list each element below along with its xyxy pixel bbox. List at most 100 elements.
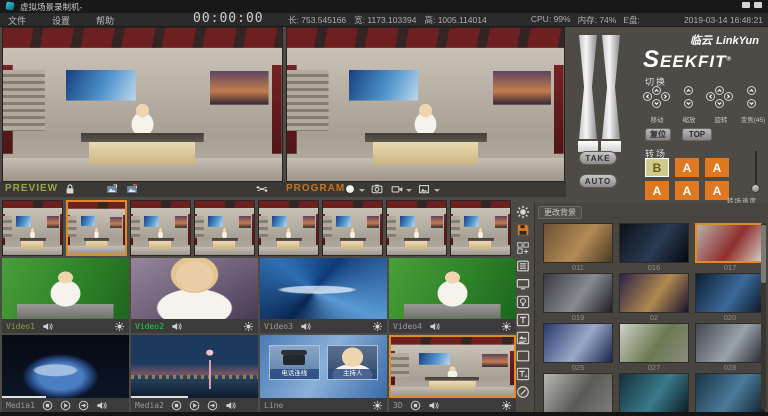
scene-image[interactable] [543, 273, 613, 313]
video3-thumbnail[interactable] [260, 258, 387, 319]
camera-angle-thumb-2-selected[interactable] [66, 200, 127, 256]
scale-down-button[interactable] [684, 99, 693, 108]
camera-angle-thumb-1[interactable] [2, 200, 63, 256]
transition-button-a4[interactable]: A [675, 181, 699, 200]
lock-icon[interactable] [64, 183, 77, 196]
source-video2[interactable]: Video2 [131, 258, 258, 333]
gear-icon[interactable] [372, 400, 383, 411]
video2-thumbnail[interactable] [131, 258, 258, 319]
image-layer-icon[interactable] [514, 330, 531, 346]
host-source[interactable]: 主持人 [327, 345, 378, 380]
next-icon[interactable] [207, 400, 218, 411]
slider-knob[interactable] [751, 184, 760, 193]
auto-button[interactable]: AUTO [579, 174, 617, 188]
scene-thumb-017-selected[interactable]: 017 [695, 223, 765, 273]
line-thumbnail[interactable]: 电话连线 主持人 [260, 335, 387, 398]
menu-settings[interactable]: 设置 [52, 14, 70, 27]
draw-tool-icon[interactable] [514, 384, 531, 400]
scene-image[interactable] [695, 273, 765, 313]
stop-icon[interactable] [42, 400, 53, 411]
gear-icon[interactable] [372, 321, 383, 332]
scene-image[interactable] [619, 223, 689, 263]
camera-angle-thumb-4[interactable] [194, 200, 255, 256]
scene-thumb-r4c[interactable] [695, 373, 765, 412]
t-bar-fader[interactable] [578, 35, 622, 163]
media2-thumbnail[interactable] [131, 335, 258, 398]
transition-button-a2[interactable]: A [705, 158, 729, 177]
scale-up-button[interactable] [684, 86, 693, 95]
frame-icon[interactable] [514, 348, 531, 364]
volume-icon[interactable] [428, 400, 439, 411]
volume-icon[interactable] [96, 400, 107, 411]
zoom-out-button[interactable] [747, 99, 756, 108]
camera-angle-thumb-5[interactable] [258, 200, 319, 256]
volume-icon[interactable] [300, 321, 311, 332]
stop-icon[interactable] [171, 400, 182, 411]
reset-button[interactable]: 复位 [645, 128, 671, 141]
scene-thumb-016[interactable]: 016 [619, 223, 689, 273]
source-line[interactable]: 电话连线 主持人 Line [260, 335, 387, 412]
source-video3[interactable]: Video3 [260, 258, 387, 333]
camera-angle-thumb-7[interactable] [386, 200, 447, 256]
scene-image[interactable] [695, 373, 765, 412]
change-background-button[interactable]: 更改背景 [538, 206, 582, 219]
phone-call-source[interactable]: 电话连线 [269, 345, 320, 380]
swap-icon[interactable] [256, 183, 282, 196]
record-icon[interactable] [344, 183, 357, 196]
3d-thumbnail[interactable] [389, 335, 516, 398]
move-right-button[interactable] [661, 92, 670, 101]
video4-thumbnail[interactable] [389, 258, 516, 319]
scene-image[interactable] [543, 373, 613, 412]
move-up-button[interactable] [652, 86, 661, 95]
t-bar-left-handle[interactable] [579, 35, 597, 139]
play-icon[interactable] [189, 400, 200, 411]
snapshot-icon[interactable] [371, 183, 384, 196]
scene-thumb-027[interactable]: 027 [619, 323, 689, 373]
record-dropdown-caret[interactable] [359, 189, 365, 195]
media1-thumbnail[interactable] [2, 335, 129, 398]
move-left-button[interactable] [643, 92, 652, 101]
gear-icon[interactable] [114, 321, 125, 332]
rotate-down-button[interactable] [715, 99, 724, 108]
rotate-left-button[interactable] [706, 92, 715, 101]
scene-image[interactable] [619, 273, 689, 313]
transition-speed-slider[interactable] [751, 151, 761, 193]
gear-icon[interactable] [243, 321, 254, 332]
transition-button-a3[interactable]: A [645, 181, 669, 200]
camera-angle-thumb-3[interactable] [130, 200, 191, 256]
t-bar-right-handle[interactable] [602, 35, 620, 139]
camera-angle-thumb-6[interactable] [322, 200, 383, 256]
add-layout-icon[interactable] [514, 240, 531, 256]
rotate-right-button[interactable] [724, 92, 733, 101]
maximize-button[interactable] [754, 2, 762, 8]
gear-icon[interactable] [501, 321, 512, 332]
minimize-button[interactable] [742, 2, 750, 8]
scene-thumb-r4b[interactable] [619, 373, 689, 412]
volume-icon[interactable] [429, 321, 440, 332]
preview-monitor[interactable] [2, 27, 283, 182]
transition-a-icon[interactable] [106, 183, 119, 196]
scene-thumb-028[interactable]: 028 [695, 323, 765, 373]
scene-image[interactable] [695, 323, 765, 363]
scene-image[interactable] [543, 223, 613, 263]
zoom-in-button[interactable] [747, 86, 756, 95]
picture-icon[interactable] [418, 183, 431, 196]
stream-dropdown-caret[interactable] [406, 189, 412, 195]
scene-thumb-019[interactable]: 019 [543, 273, 613, 323]
scene-thumb-020[interactable]: 020 [695, 273, 765, 323]
source-video1[interactable]: Video1 [2, 258, 129, 333]
text-tool-icon[interactable] [514, 312, 531, 328]
next-icon[interactable] [78, 400, 89, 411]
menu-file[interactable]: 文件 [8, 14, 26, 27]
move-down-button[interactable] [652, 99, 661, 108]
play-icon[interactable] [60, 400, 71, 411]
source-media2[interactable]: Media2 [131, 335, 258, 412]
stream-icon[interactable] [391, 183, 404, 196]
save-icon[interactable] [514, 222, 531, 238]
gear-icon[interactable] [501, 400, 512, 411]
source-video4[interactable]: Video4 [389, 258, 516, 333]
scene-thumb-011[interactable]: 011 [543, 223, 613, 273]
scene-scrollbar[interactable] [761, 223, 766, 409]
transition-button-a1[interactable]: A [675, 158, 699, 177]
stop-icon[interactable] [410, 400, 421, 411]
